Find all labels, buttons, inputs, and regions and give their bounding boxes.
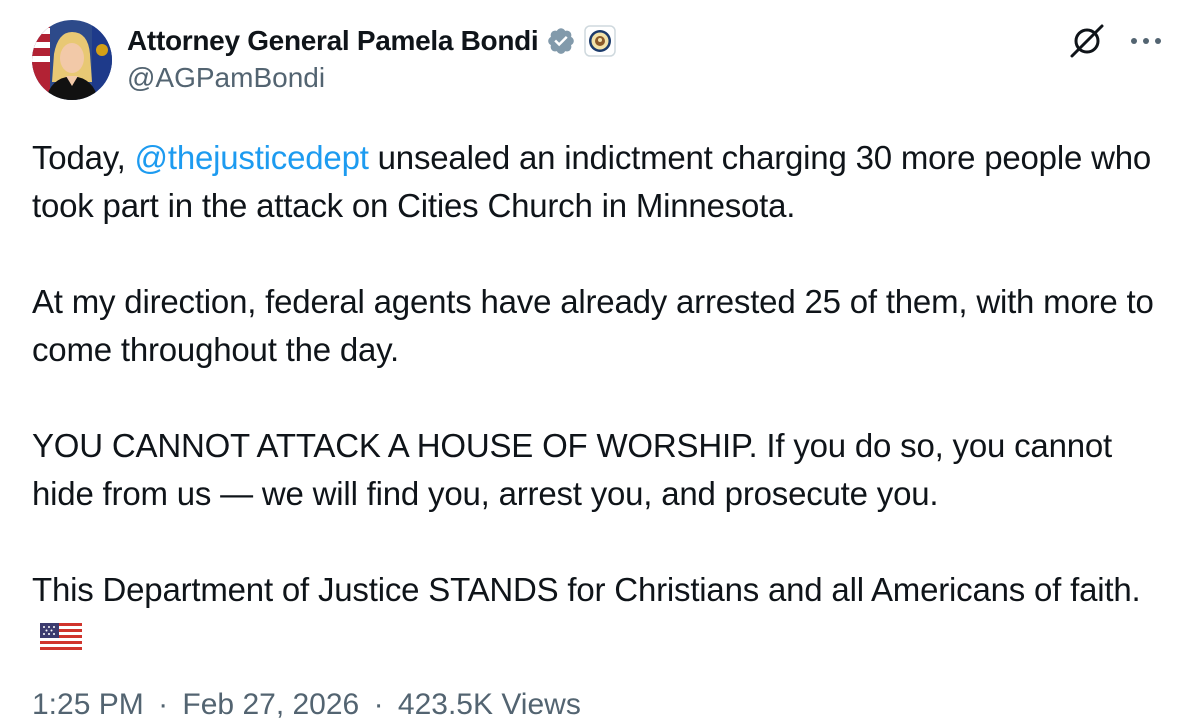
tweet-paragraph-3: YOU CANNOT ATTACK A HOUSE OF WORSHIP. If… [32, 427, 1113, 512]
tweet-paragraph-1: Today, @thejusticedept unsealed an indic… [32, 134, 1162, 230]
meta-separator: · [158, 688, 169, 721]
author-handle[interactable]: @AGPamBondi [127, 62, 325, 94]
tweet-text-segment: This Department of Justice STANDS for Ch… [32, 571, 1141, 608]
tweet-paragraph-2: At my direction, federal agents have alr… [32, 283, 1154, 368]
meta-separator: · [373, 688, 384, 721]
mention-link[interactable]: @thejusticedept [135, 139, 369, 176]
tweet-views: 423.5K Views [397, 688, 581, 721]
author-display-name[interactable]: Attorney General Pamela Bondi [127, 25, 539, 57]
tweet-text-segment: Today, [32, 139, 135, 176]
author-avatar[interactable] [32, 20, 112, 100]
tweet-text: Today, @thejusticedept unsealed an indic… [32, 134, 1162, 714]
doj-seal-icon[interactable] [584, 25, 617, 57]
verified-check-icon[interactable] [546, 26, 576, 56]
us-flag-icon [40, 618, 82, 666]
tweet-date[interactable]: Feb 27, 2026 [182, 688, 359, 721]
avatar-image [32, 20, 112, 100]
tweet-time[interactable]: 1:25 PM [32, 688, 144, 721]
more-icon[interactable] [1130, 36, 1162, 46]
tweet-paragraph-4: This Department of Justice STANDS for Ch… [32, 566, 1162, 666]
grok-icon[interactable] [1068, 22, 1106, 60]
tweet-meta: 1:25 PM · Feb 27, 2026 · 423.5K Views [32, 688, 587, 722]
